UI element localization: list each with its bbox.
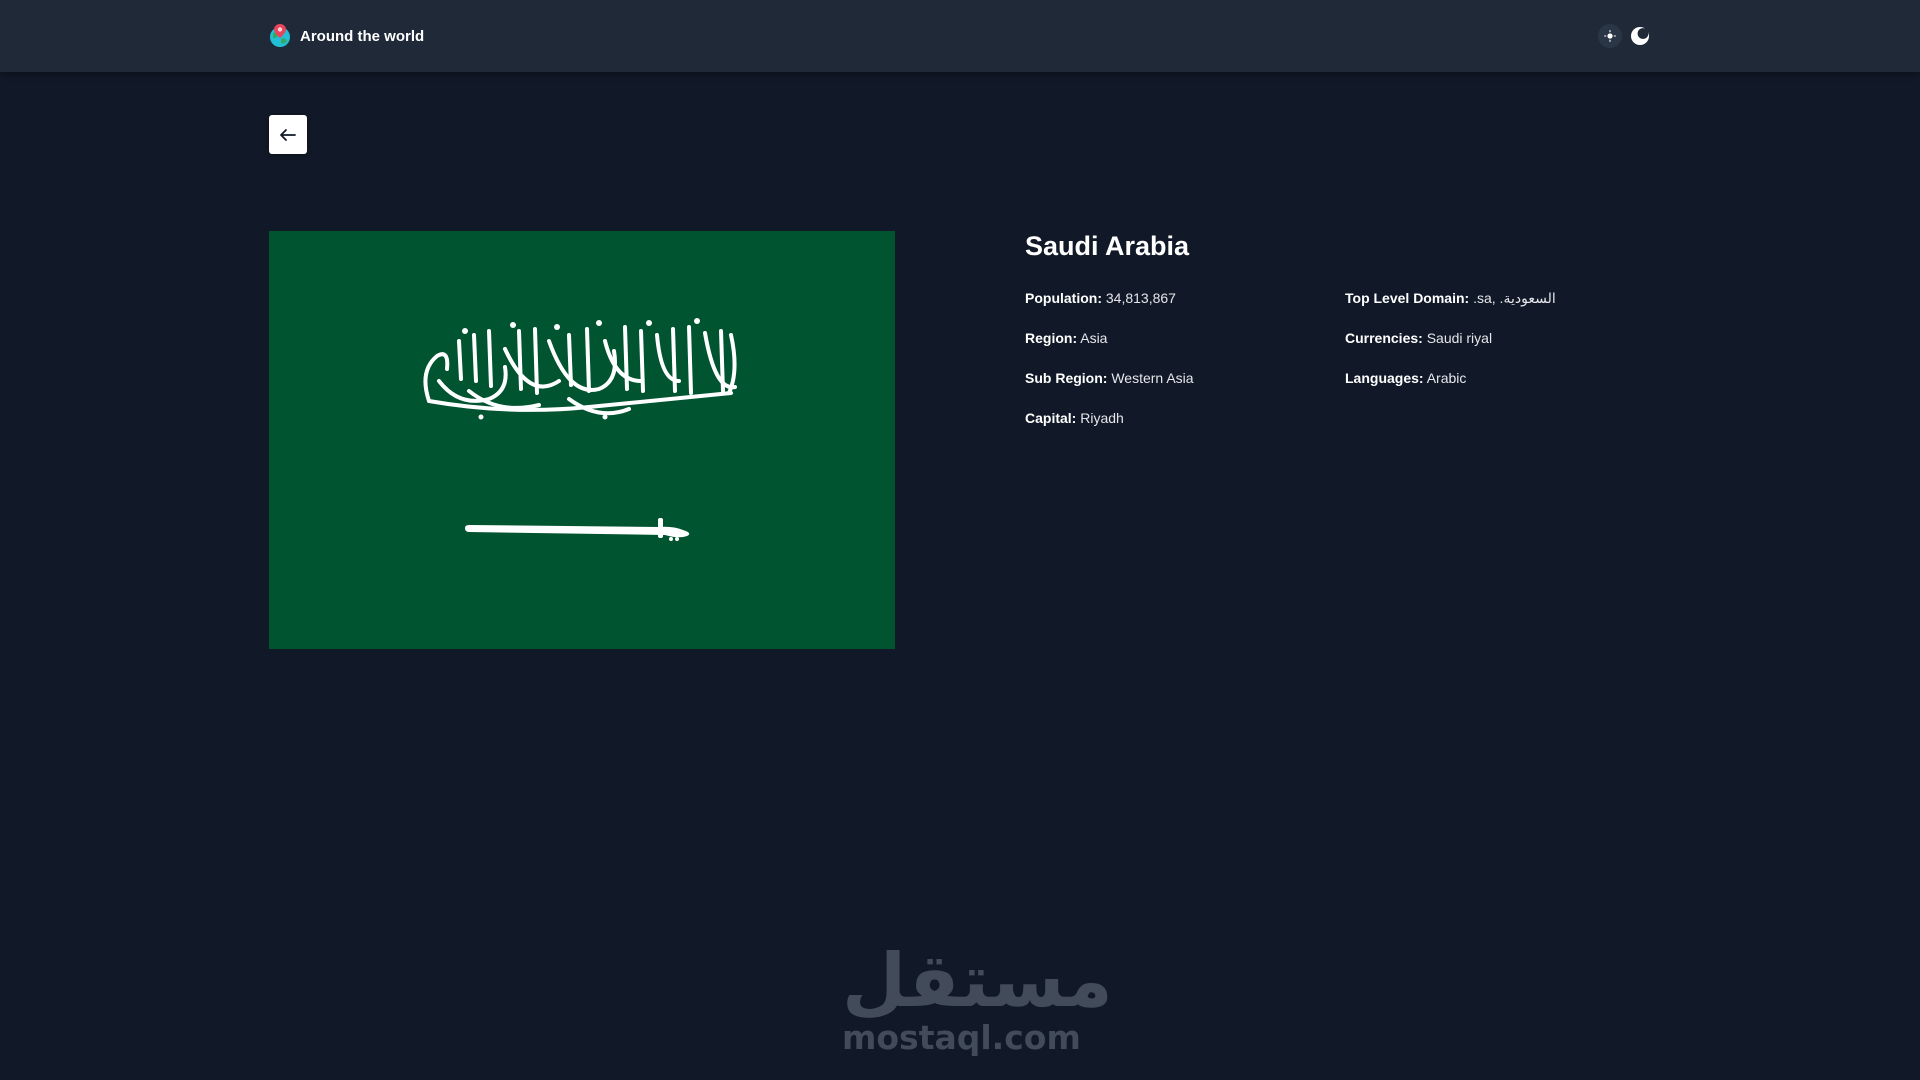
info-row-languages: Languages: Arabic xyxy=(1345,368,1556,408)
brand-link[interactable]: Around the world xyxy=(268,22,424,50)
dark-mode-button[interactable] xyxy=(1628,24,1652,48)
info-column-left: Population: 34,813,867 Region: Asia Sub … xyxy=(1025,288,1194,448)
globe-pin-icon xyxy=(270,24,290,47)
info-value: Asia xyxy=(1080,330,1108,346)
navbar: Around the world xyxy=(0,0,1920,72)
info-value: Western Asia xyxy=(1111,370,1194,386)
info-label: Sub Region: xyxy=(1025,370,1108,386)
info-value: .sa, .السعودية xyxy=(1473,290,1556,306)
country-flag xyxy=(269,231,895,649)
light-mode-button[interactable] xyxy=(1598,24,1622,48)
info-label: Languages: xyxy=(1345,370,1424,386)
moon-icon xyxy=(1631,27,1649,45)
info-value: Riyadh xyxy=(1080,410,1124,426)
watermark: مستقل mostaql.com xyxy=(842,938,1113,1057)
sun-icon xyxy=(1604,30,1616,42)
info-label: Currencies: xyxy=(1345,330,1423,346)
arrow-left-icon xyxy=(280,128,296,141)
info-row-currencies: Currencies: Saudi riyal xyxy=(1345,328,1556,368)
country-name: Saudi Arabia xyxy=(1025,231,1190,261)
info-row-region: Region: Asia xyxy=(1025,328,1194,368)
info-row-top-level-domain: Top Level Domain: .sa, .السعودية xyxy=(1345,288,1556,328)
info-row-population: Population: 34,813,867 xyxy=(1025,288,1194,328)
info-row-sub-region: Sub Region: Western Asia xyxy=(1025,368,1194,408)
theme-toggle[interactable] xyxy=(1598,24,1652,48)
info-value: 34,813,867 xyxy=(1105,290,1176,306)
country-details: Saudi Arabia Population: 34,813,867 Regi… xyxy=(1025,228,1665,426)
back-button[interactable] xyxy=(269,115,307,154)
info-value: Saudi riyal xyxy=(1426,330,1493,346)
info-label: Population: xyxy=(1025,290,1102,306)
info-label: Capital: xyxy=(1025,410,1077,426)
app-title: Around the world xyxy=(300,27,425,45)
info-value: Arabic xyxy=(1426,370,1467,386)
watermark-latin: mostaql.com xyxy=(842,1018,1081,1057)
saudi-flag-emblem xyxy=(423,318,737,541)
info-column-right: Top Level Domain: .sa, .السعودية Currenc… xyxy=(1345,288,1556,408)
watermark-arabic: مستقل xyxy=(842,938,1113,1024)
info-label: Top Level Domain: xyxy=(1345,290,1470,306)
info-row-capital: Capital: Riyadh xyxy=(1025,408,1194,448)
info-label: Region: xyxy=(1025,330,1078,346)
